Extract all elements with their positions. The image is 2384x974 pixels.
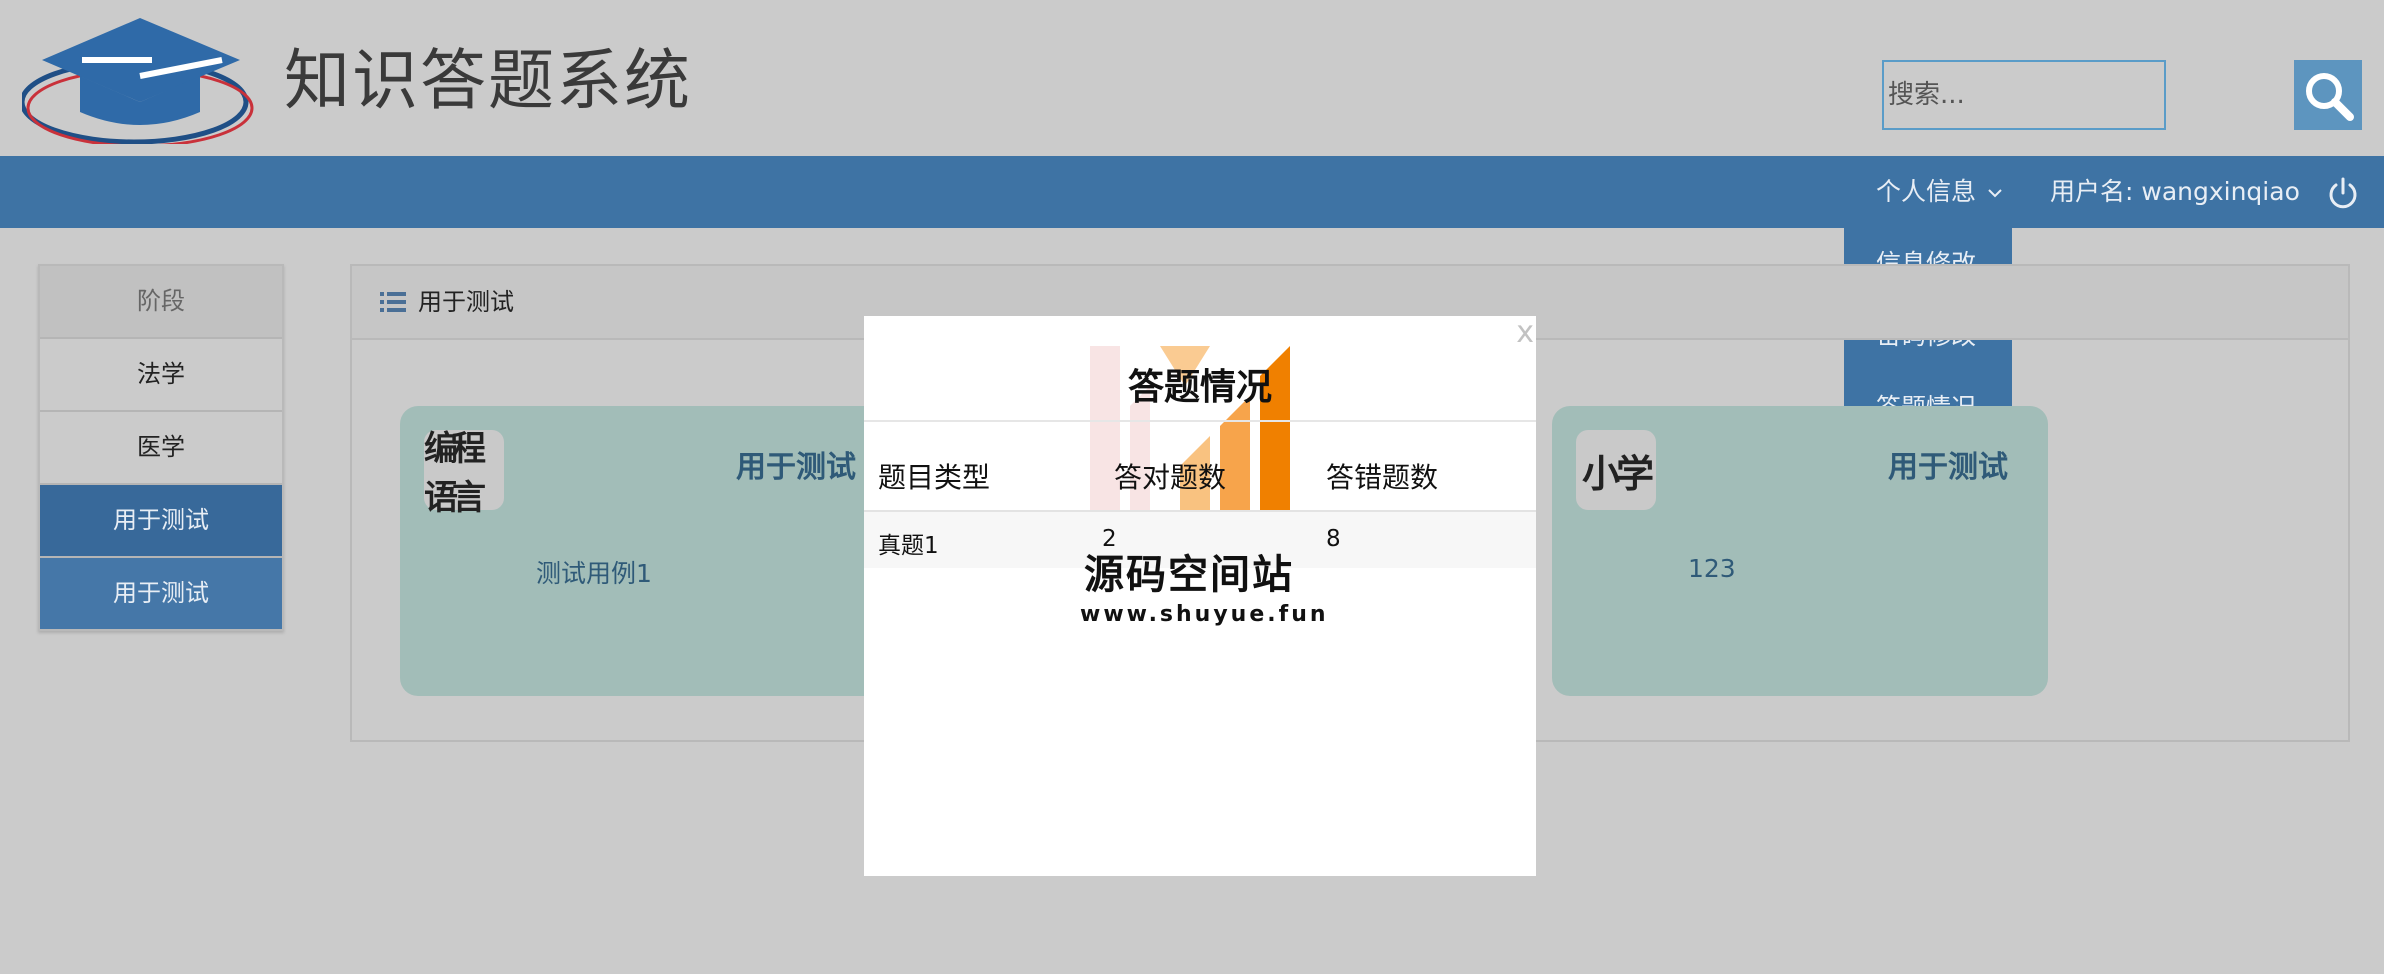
sidebar-item-test-1[interactable]: 用于测试 — [40, 485, 282, 558]
personal-info-menu[interactable]: 个人信息 — [1876, 156, 2002, 228]
sidebar-item-test-2[interactable]: 用于测试 — [40, 558, 282, 629]
graduation-cap-logo — [22, 18, 254, 144]
close-icon[interactable]: x — [1516, 316, 1534, 350]
modal-title: 答题情况 — [1127, 367, 1272, 408]
panel-title: 用于测试 — [418, 288, 514, 316]
sidebar-header: 阶段 — [40, 266, 282, 339]
card-desc: 测试用例1 — [536, 559, 652, 588]
table-cell: 真题1 — [878, 533, 939, 559]
username-label: 用户名: wangxinqiao — [2050, 177, 2300, 206]
col-header: 题目类型 — [878, 461, 991, 494]
power-icon — [2329, 177, 2357, 209]
search-icon — [2306, 73, 2354, 121]
card-icon: 小学 — [1576, 430, 1656, 510]
header: 知识答题系统 — [0, 0, 2384, 156]
list-icon — [380, 292, 406, 312]
sidebar-item-medicine[interactable]: 医学 — [40, 412, 282, 485]
watermark-url: www.shuyue.fun — [1080, 602, 1329, 627]
search-input[interactable] — [1882, 60, 2166, 130]
divider — [864, 420, 1536, 422]
logout-button[interactable] — [2326, 156, 2360, 228]
card-desc: 123 — [1688, 554, 1736, 583]
subject-card[interactable]: 编程语言 用于测试 测试用例1 — [400, 406, 890, 696]
card-title: 用于测试 — [1888, 450, 2008, 485]
watermark-text: 源码空间站 — [1084, 552, 1294, 598]
card-title: 用于测试 — [736, 450, 856, 485]
personal-info-label: 个人信息 — [1876, 177, 1977, 206]
sidebar-item-law[interactable]: 法学 — [40, 339, 282, 412]
answer-status-modal: x 答题情况 题目类型 答对题数 答错题数 真题1 2 8 源码空间站 www.… — [864, 316, 1536, 876]
table-cell: 8 — [1326, 526, 1341, 552]
app-title: 知识答题系统 — [284, 42, 692, 119]
subject-card[interactable]: 小学 用于测试 123 — [1552, 406, 2048, 696]
chevron-down-icon — [1988, 189, 2002, 198]
navbar: 个人信息 用户名: wangxinqiao — [0, 156, 2384, 228]
card-icon: 编程语言 — [424, 429, 504, 518]
sidebar: 阶段 法学 医学 用于测试 用于测试 — [38, 264, 284, 631]
col-header: 答对题数 — [1114, 461, 1227, 494]
col-header: 答错题数 — [1326, 461, 1439, 494]
search-button[interactable] — [2294, 60, 2362, 130]
